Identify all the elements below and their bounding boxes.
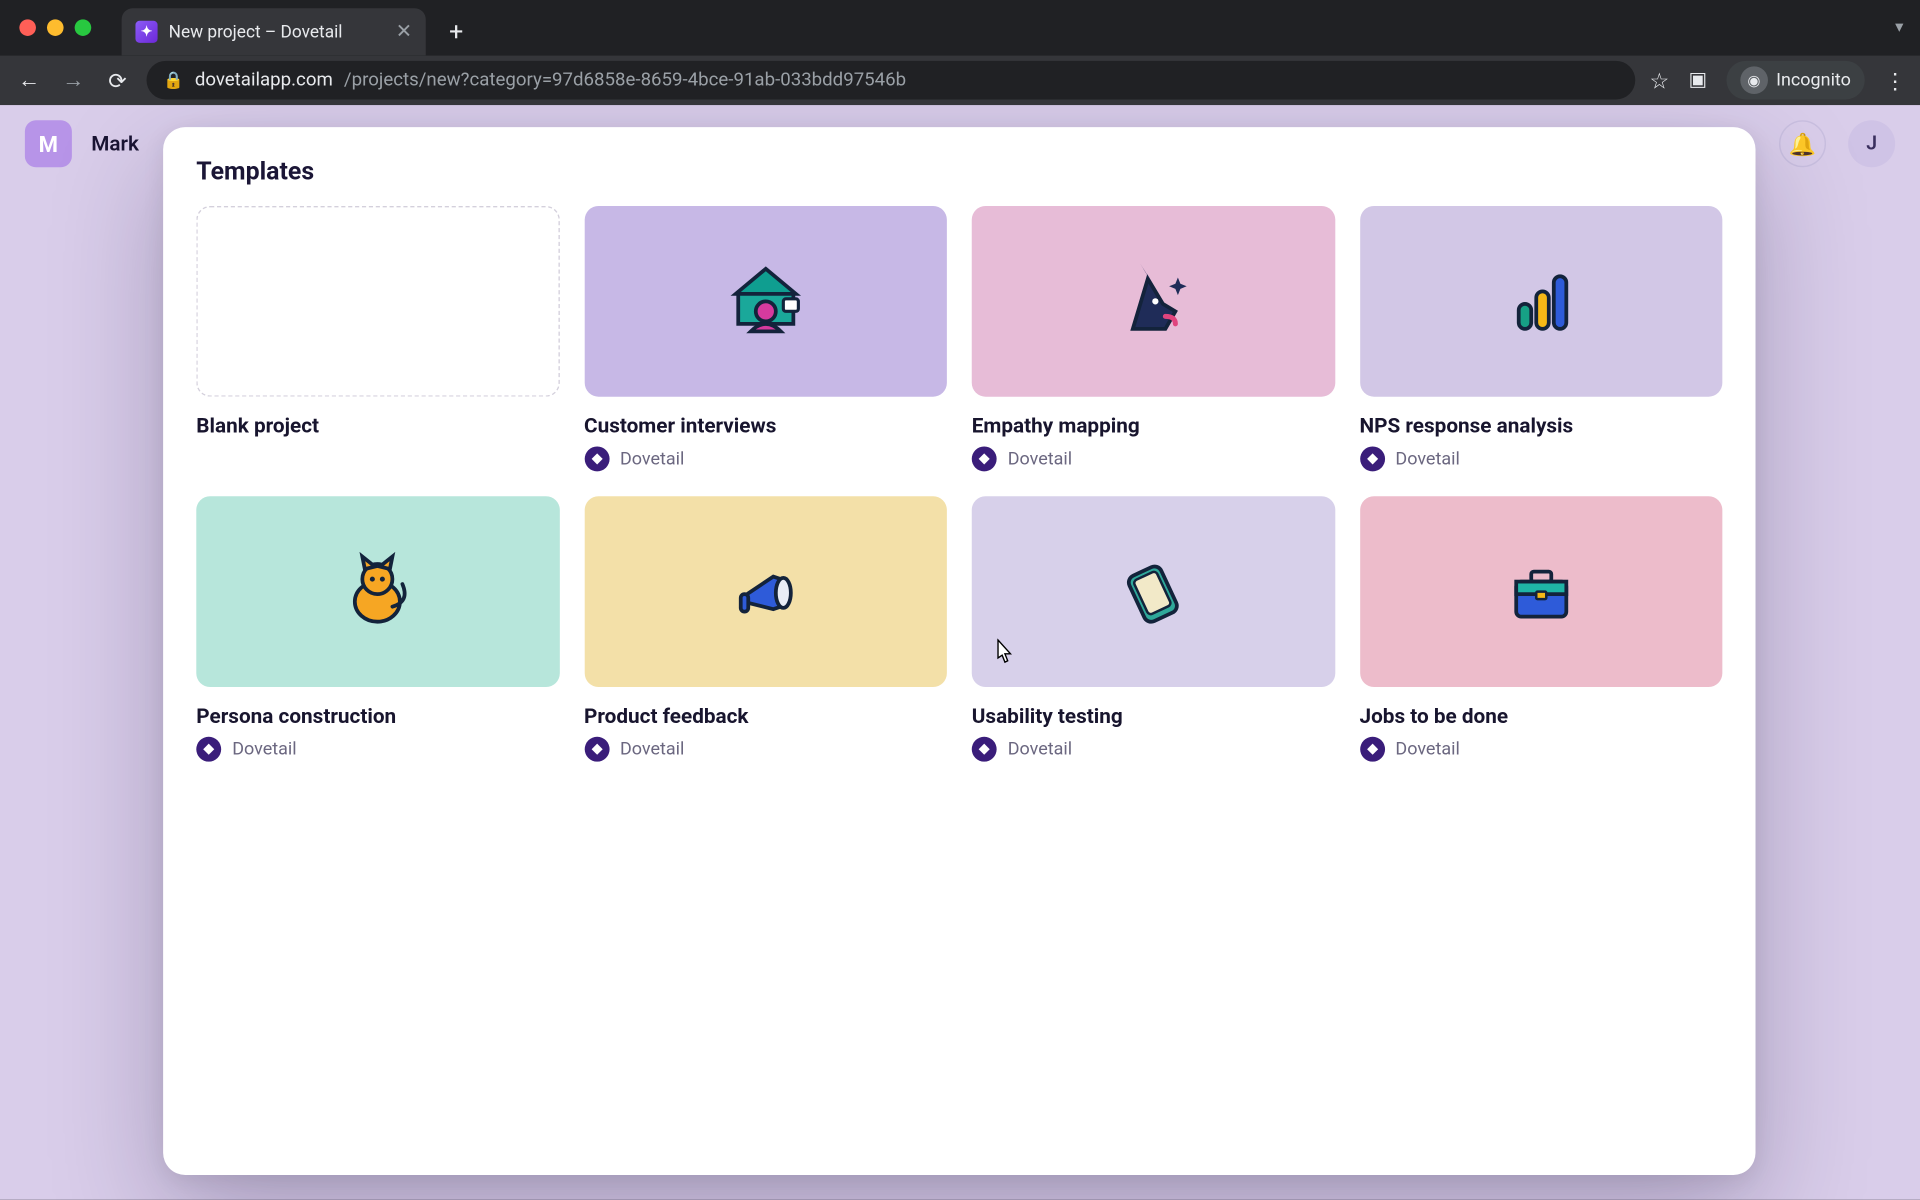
tab-close-icon[interactable]: ✕	[396, 22, 412, 41]
template-author: Dovetail	[972, 446, 1335, 471]
nav-forward-button[interactable]: →	[58, 66, 88, 94]
template-thumb	[584, 206, 947, 397]
template-thumb	[1359, 496, 1722, 687]
megaphone-icon	[725, 552, 805, 632]
bell-icon: 🔔	[1789, 131, 1817, 157]
user-avatar[interactable]: J	[1848, 120, 1895, 167]
dovetail-logo-icon	[1359, 737, 1384, 762]
template-card-customer-interviews[interactable]: Customer interviews Dovetail	[584, 206, 947, 471]
template-author-label: Dovetail	[620, 449, 684, 470]
app-viewport: M Mark 🔔 J Templates Blank project	[0, 105, 1920, 1200]
bookmark-star-icon[interactable]: ☆	[1649, 67, 1669, 93]
cat-icon	[338, 552, 418, 632]
browser-titlebar: ✦ New project – Dovetail ✕ + ▾	[0, 0, 1920, 55]
address-bar[interactable]: 🔒 dovetailapp.com/projects/new?category=…	[147, 61, 1636, 100]
template-title: Product feedback	[584, 704, 947, 729]
incognito-icon: ◉	[1740, 66, 1768, 94]
phone-icon	[1113, 552, 1193, 632]
window-minimize-button[interactable]	[47, 19, 64, 36]
user-initial: J	[1866, 133, 1877, 155]
incognito-label: Incognito	[1776, 70, 1851, 91]
dovetail-logo-icon	[196, 737, 221, 762]
bar-chart-icon	[1501, 261, 1581, 341]
template-author: Dovetail	[972, 737, 1335, 762]
template-thumb	[196, 206, 559, 397]
template-card-blank[interactable]: Blank project	[196, 206, 559, 471]
template-title: Persona construction	[196, 704, 559, 729]
nav-back-button[interactable]: ←	[14, 66, 44, 94]
cursor-icon	[992, 639, 1014, 669]
template-author-label: Dovetail	[1008, 739, 1072, 760]
template-card-empathy-mapping[interactable]: Empathy mapping Dovetail	[972, 206, 1335, 471]
dovetail-logo-icon	[584, 737, 609, 762]
workspace-initial: M	[39, 131, 58, 157]
browser-toolbar: ← → ⟳ 🔒 dovetailapp.com/projects/new?cat…	[0, 55, 1920, 105]
template-author: Dovetail	[584, 446, 947, 471]
template-author-label: Dovetail	[1395, 739, 1459, 760]
template-thumb	[584, 496, 947, 687]
template-title: Customer interviews	[584, 413, 947, 438]
template-title: Empathy mapping	[972, 413, 1335, 438]
modal-title: Templates	[196, 158, 1722, 187]
tabs-dropdown-icon[interactable]: ▾	[1895, 17, 1903, 36]
template-author-label: Dovetail	[1008, 449, 1072, 470]
workspace-badge[interactable]: M	[25, 120, 72, 167]
tab-favicon: ✦	[135, 21, 157, 43]
templates-modal: Templates Blank project	[163, 127, 1755, 1175]
template-card-nps[interactable]: NPS response analysis Dovetail	[1359, 206, 1722, 471]
template-author: Dovetail	[584, 737, 947, 762]
template-author: Dovetail	[1359, 446, 1722, 471]
template-title: Blank project	[196, 413, 559, 438]
dovetail-logo-icon	[584, 446, 609, 471]
lock-icon: 🔒	[163, 70, 184, 89]
url-host: dovetailapp.com	[195, 69, 333, 91]
incognito-indicator[interactable]: ◉ Incognito	[1726, 61, 1864, 100]
notifications-button[interactable]: 🔔	[1779, 120, 1826, 167]
template-author: Dovetail	[1359, 737, 1722, 762]
tab-title: New project – Dovetail	[169, 21, 343, 42]
template-author-label: Dovetail	[620, 739, 684, 760]
nav-reload-button[interactable]: ⟳	[102, 67, 132, 93]
extensions-icon[interactable]: ▣	[1689, 69, 1707, 91]
window-controls	[19, 19, 91, 36]
dovetail-logo-icon	[972, 737, 997, 762]
template-card-usability-testing[interactable]: Usability testing Dovetail	[972, 496, 1335, 761]
new-tab-button[interactable]: +	[437, 12, 476, 51]
template-card-persona[interactable]: Persona construction Dovetail	[196, 496, 559, 761]
template-thumb	[1359, 206, 1722, 397]
template-author: Dovetail	[196, 737, 559, 762]
dovetail-logo-icon	[1359, 446, 1384, 471]
template-thumb	[972, 496, 1335, 687]
template-author-label: Dovetail	[232, 739, 296, 760]
browser-menu-icon[interactable]: ⋮	[1884, 67, 1906, 93]
templates-grid: Blank project Customer interviews	[196, 206, 1722, 762]
workspace-name: Mark	[91, 131, 139, 156]
window-zoom-button[interactable]	[75, 19, 92, 36]
template-title: Usability testing	[972, 704, 1335, 729]
briefcase-icon	[1501, 552, 1581, 632]
template-thumb	[196, 496, 559, 687]
browser-tab-active[interactable]: ✦ New project – Dovetail ✕	[122, 8, 426, 55]
window-close-button[interactable]	[19, 19, 36, 36]
template-thumb	[972, 206, 1335, 397]
template-title: NPS response analysis	[1359, 413, 1722, 438]
dovetail-logo-icon	[972, 446, 997, 471]
template-card-jobs-to-be-done[interactable]: Jobs to be done Dovetail	[1359, 496, 1722, 761]
template-card-product-feedback[interactable]: Product feedback Dovetail	[584, 496, 947, 761]
url-path: /projects/new?category=97d6858e-8659-4bc…	[344, 69, 906, 91]
house-person-icon	[725, 261, 805, 341]
dog-sparkle-icon	[1113, 261, 1193, 341]
template-title: Jobs to be done	[1359, 704, 1722, 729]
template-author-label: Dovetail	[1395, 449, 1459, 470]
